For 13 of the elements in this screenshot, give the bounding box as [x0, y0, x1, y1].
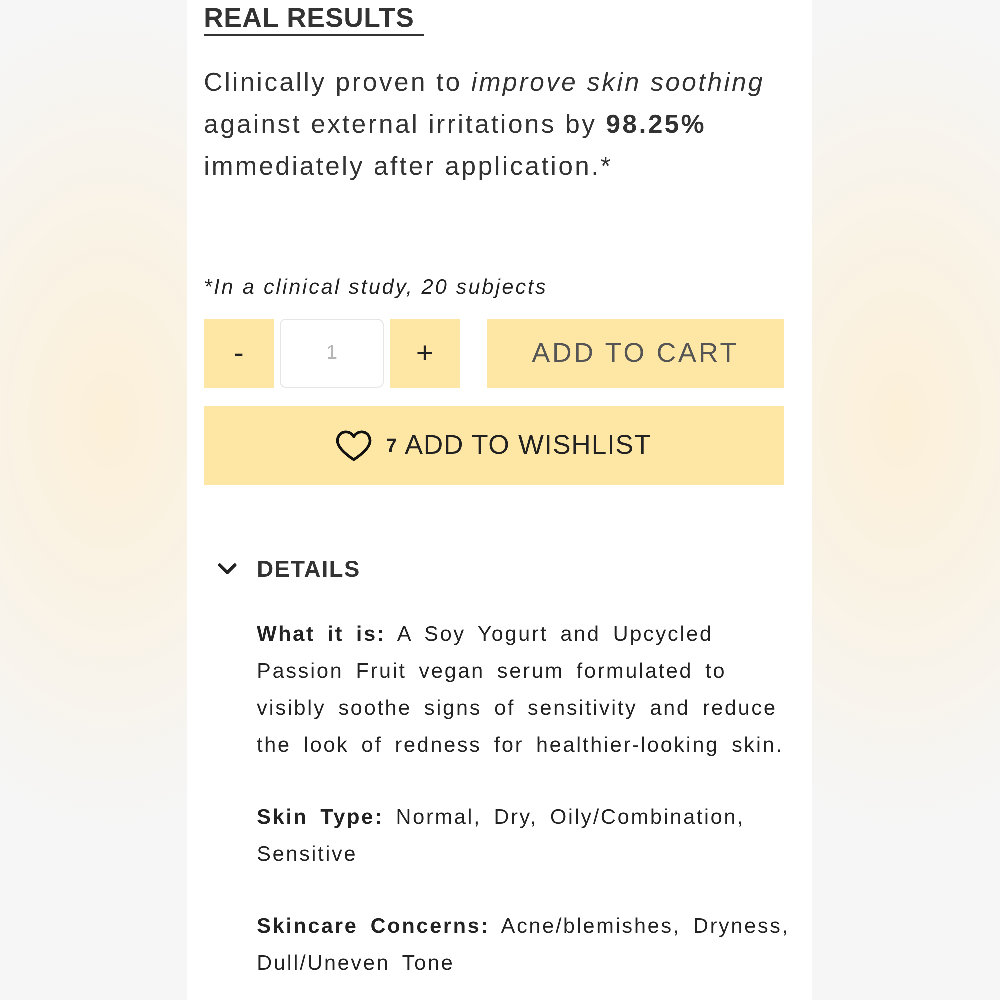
section-heading: REAL RESULTS	[204, 2, 424, 36]
wishlist-button[interactable]: 7 ADD TO WISHLIST	[204, 406, 784, 485]
details-toggle[interactable]: DETAILS	[204, 554, 361, 584]
heart-icon	[336, 430, 372, 462]
detail-paragraph: Skincare Concerns: Acne/blemishes, Dryness, Dull/Uneven Tone	[257, 914, 791, 977]
add-to-cart-button[interactable]: ADD TO CART	[487, 319, 784, 388]
footnote-text: *In a clinical study, 20 subjects	[204, 275, 549, 301]
detail-paragraph: What it is: A Soy Yogurt and Upcycled Passion Fruit vegan serum formulated to visibly soothe signs of sensitivity and reduce the look of redness for healthier-looking skin.	[257, 622, 785, 759]
quantity-field[interactable]: 1	[280, 319, 384, 388]
decrease-button[interactable]: -	[204, 319, 274, 388]
increase-button[interactable]: +	[390, 319, 460, 388]
results-paragraph: Clinically proven to improve skin soothing against external irritations by 98.25% immediately after application.*	[204, 66, 766, 183]
detail-paragraph: Skin Type: Normal, Dry, Oily/Combination, Sensitive	[257, 805, 746, 868]
